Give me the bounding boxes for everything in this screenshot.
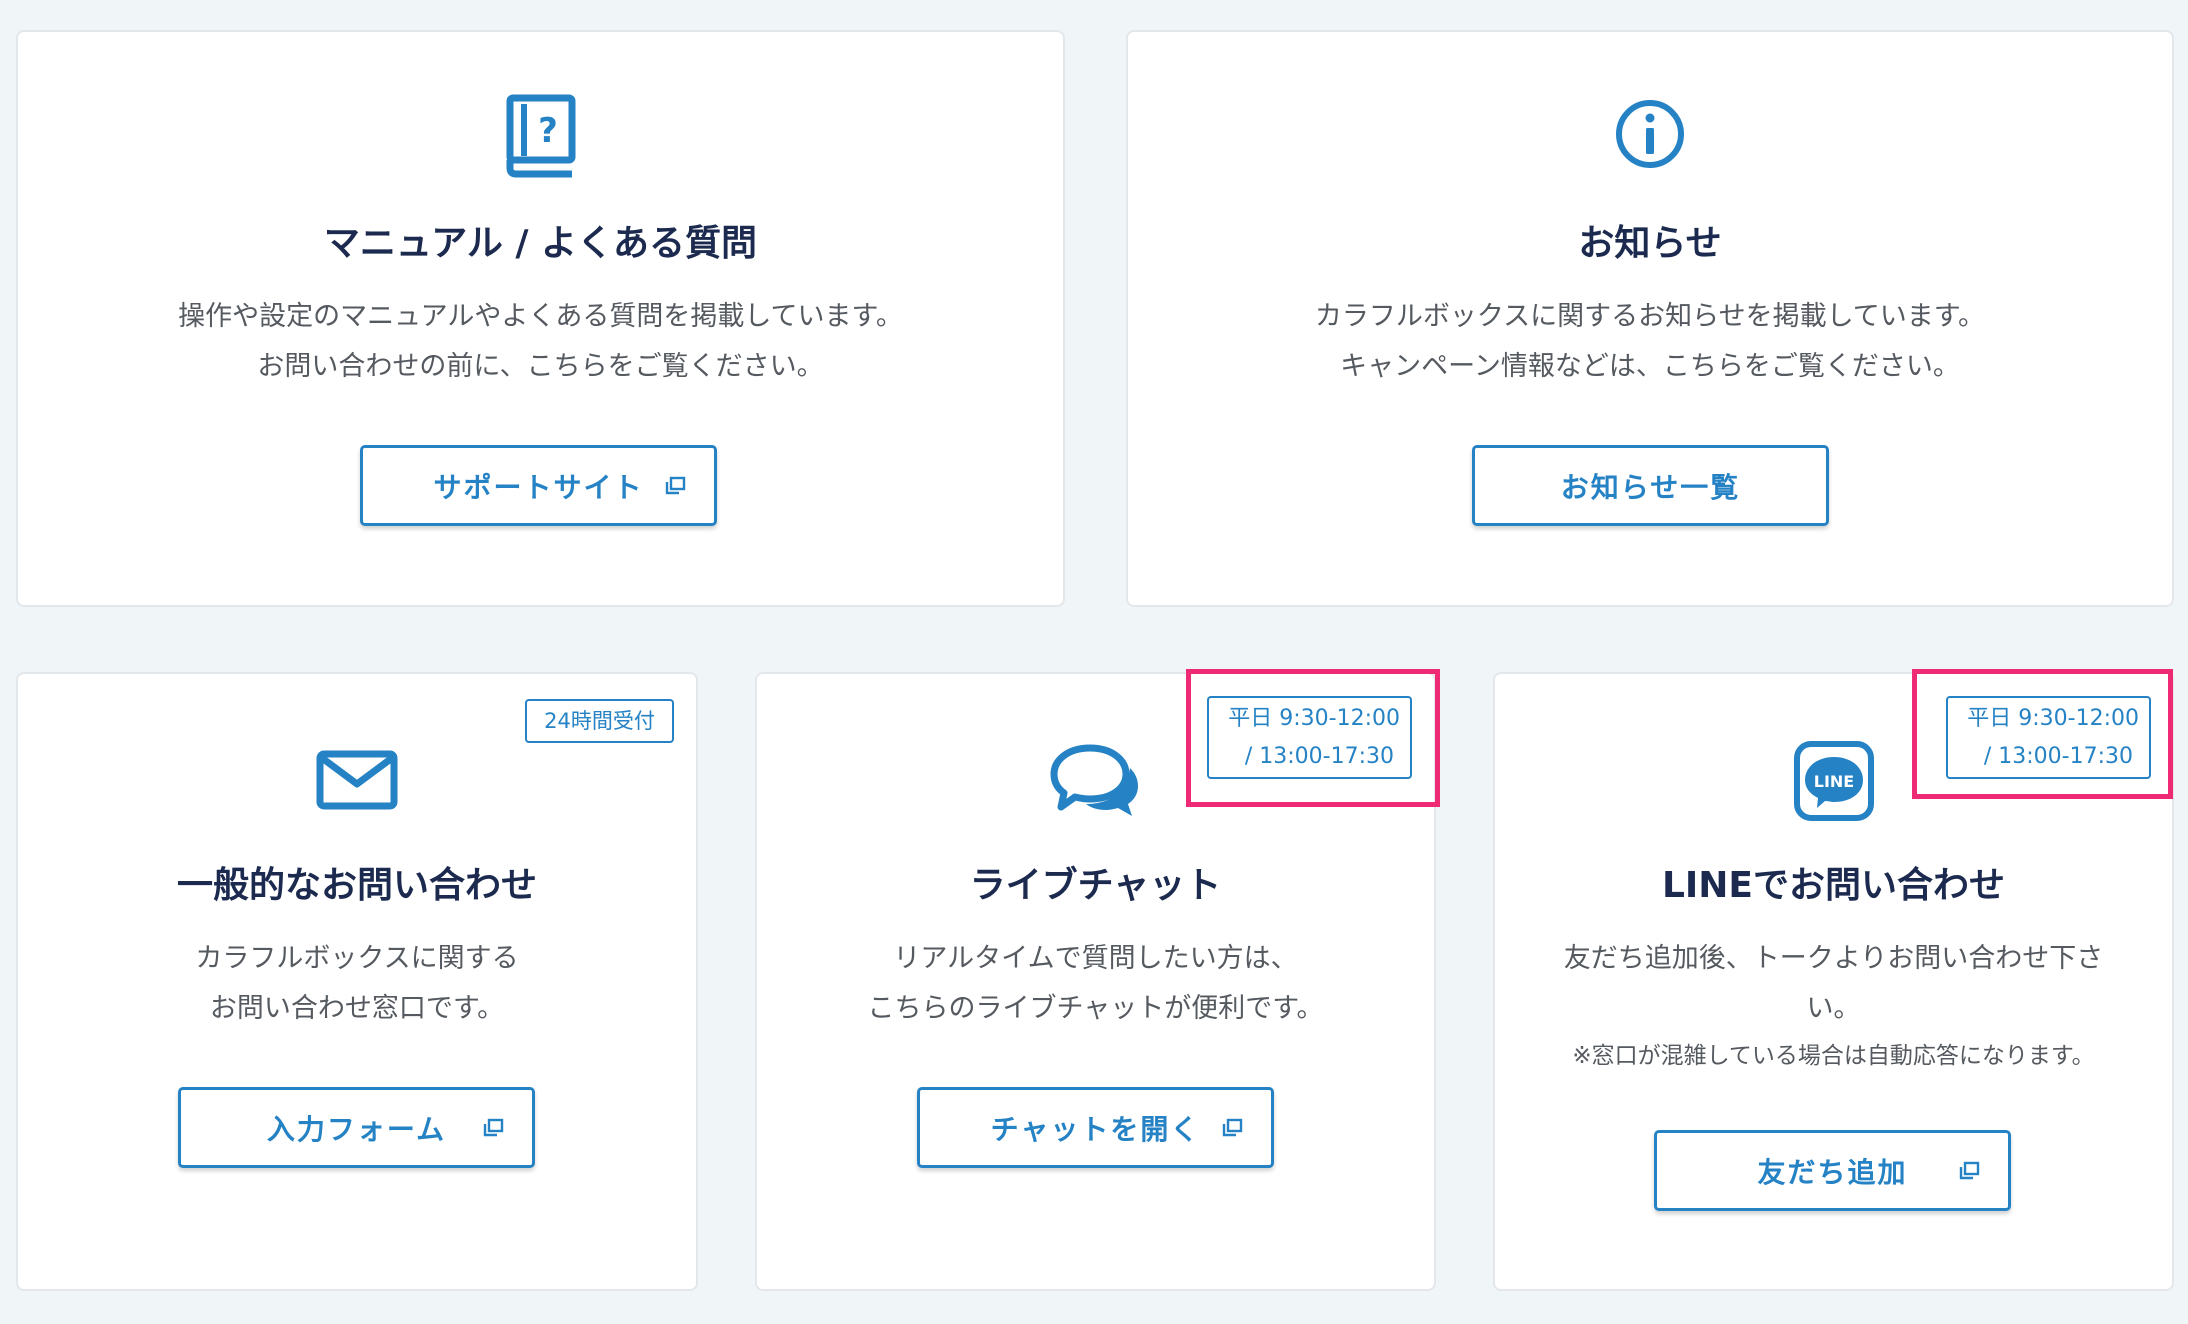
news-title: お知らせ	[1578, 223, 1722, 264]
general-inquiry-title: 一般的なお問い合わせ	[176, 865, 537, 906]
24h-badge: 24時間受付	[525, 699, 674, 743]
manual-faq-title: マニュアル / よくある質問	[323, 223, 758, 264]
add-friend-button[interactable]: 友だち追加	[1654, 1130, 2011, 1211]
news-card: お知らせ カラフルボックスに関するお知らせを掲載しています。 キャンペーン情報な…	[1126, 30, 2174, 607]
chat-bubbles-icon	[757, 744, 1434, 820]
support-site-button[interactable]: サポートサイト	[360, 445, 717, 526]
open-chat-button[interactable]: チャットを開く	[917, 1087, 1274, 1168]
info-circle-icon	[1128, 98, 2172, 170]
news-description: カラフルボックスに関するお知らせを掲載しています。 キャンペーン情報などは、こち…	[1314, 301, 1986, 382]
svg-text:LINE: LINE	[1813, 772, 1853, 791]
external-link-icon	[1959, 1161, 1980, 1179]
live-chat-card: 平日 9:30-12:00 / 13:00-17:30 ライブチャット リアルタ…	[755, 672, 1436, 1291]
live-chat-description: リアルタイムで質問したい方は、 こちらのライブチャットが便利です。	[867, 943, 1324, 1024]
live-chat-title: ライブチャット	[969, 865, 1222, 906]
input-form-button[interactable]: 入力フォーム	[178, 1087, 535, 1168]
line-auto-reply-note: ※窓口が混雑している場合は自動応答になります。	[1572, 1043, 2095, 1069]
svg-text:?: ?	[538, 111, 558, 151]
news-list-button[interactable]: お知らせ一覧	[1472, 445, 1829, 526]
line-inquiry-description: 友だち追加後、トークよりお問い合わせ下さ い。	[1563, 943, 2104, 1024]
general-inquiry-card: 24時間受付 一般的なお問い合わせ カラフルボックスに関する お問い合わせ窓口で…	[16, 672, 698, 1291]
line-app-icon: LINE	[1495, 740, 2172, 822]
manual-faq-description: 操作や設定のマニュアルやよくある質問を掲載しています。 お問い合わせの前に、こち…	[178, 301, 903, 382]
general-inquiry-description: カラフルボックスに関する お問い合わせ窓口です。	[195, 943, 519, 1024]
external-link-icon	[483, 1118, 504, 1136]
manual-faq-card: ? マニュアル / よくある質問 操作や設定のマニュアルやよくある質問を掲載して…	[16, 30, 1065, 607]
envelope-icon	[18, 750, 696, 810]
external-link-icon	[665, 476, 686, 494]
line-inquiry-card: 平日 9:30-12:00 / 13:00-17:30 LINE LINEでお問…	[1493, 672, 2174, 1291]
external-link-icon	[1222, 1118, 1243, 1136]
line-inquiry-title: LINEでお問い合わせ	[1661, 865, 2006, 906]
book-question-icon: ?	[18, 94, 1063, 178]
